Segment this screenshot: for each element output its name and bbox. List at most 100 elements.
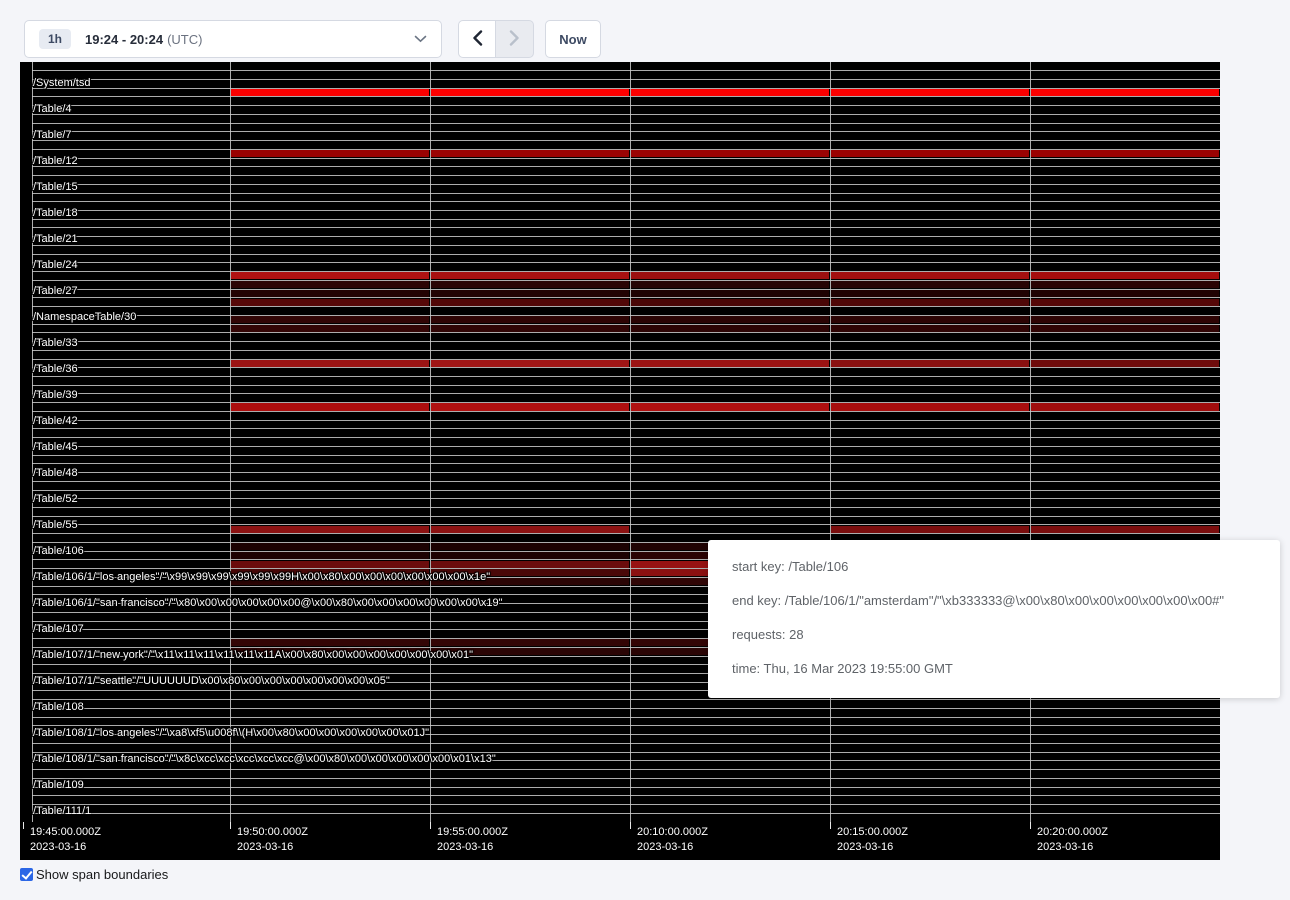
heat-band-cell[interactable]: [1031, 281, 1219, 288]
span-key-label: /Table/107: [33, 623, 84, 636]
heat-band-cell[interactable]: [231, 552, 429, 559]
span-key-label: /Table/107/1/"new york"/"\x11\x11\x11\x1…: [33, 649, 473, 662]
heat-band-cell[interactable]: [431, 316, 629, 323]
show-span-boundaries-checkbox[interactable]: [20, 868, 33, 881]
heat-band-cell[interactable]: [431, 281, 629, 288]
heat-band-cell[interactable]: [1031, 150, 1219, 157]
row-boundary-line: [32, 367, 1220, 368]
heat-band-cell[interactable]: [1031, 299, 1219, 306]
row-boundary-line: [32, 699, 1220, 700]
span-key-label: /Table/108: [33, 701, 84, 714]
heat-band-cell[interactable]: [231, 360, 429, 367]
heat-band-cell[interactable]: [631, 360, 829, 367]
row-boundary-line: [32, 787, 1220, 788]
heat-band-cell[interactable]: [1031, 316, 1219, 323]
heat-band-cell[interactable]: [631, 272, 829, 279]
heat-band-cell[interactable]: [231, 403, 429, 410]
row-boundary-line: [32, 201, 1220, 202]
heat-band-cell[interactable]: [431, 403, 629, 410]
span-key-label: /Table/108/1/"san francisco"/"\x8c\xcc\x…: [33, 753, 496, 766]
heat-band-cell[interactable]: [431, 89, 629, 96]
heat-band-cell[interactable]: [431, 526, 629, 533]
axis-tick-label: 20:10:00.000Z2023-03-16: [637, 825, 708, 855]
show-span-boundaries-label: Show span boundaries: [36, 867, 168, 882]
row-boundary-line: [32, 254, 1220, 255]
heat-band-cell[interactable]: [1031, 360, 1219, 367]
heat-band-cell[interactable]: [631, 290, 829, 297]
row-boundary-line: [32, 437, 1220, 438]
row-boundary-line: [32, 376, 1220, 377]
heat-band-cell[interactable]: [631, 89, 829, 96]
heat-band-cell[interactable]: [231, 89, 429, 96]
heat-band-cell[interactable]: [1031, 89, 1219, 96]
heat-band-cell[interactable]: [1031, 526, 1219, 533]
heat-band-cell[interactable]: [831, 150, 1029, 157]
heat-band-cell[interactable]: [231, 325, 429, 332]
row-boundary-line: [32, 332, 1220, 333]
axis-tick-label: 19:55:00.000Z2023-03-16: [437, 825, 508, 855]
heat-band-cell[interactable]: [431, 290, 629, 297]
now-button[interactable]: Now: [545, 20, 601, 58]
heat-band-cell[interactable]: [431, 543, 629, 550]
chevron-right-icon: [509, 30, 520, 49]
heat-band-cell[interactable]: [831, 272, 1029, 279]
key-visualizer-heatmap[interactable]: /System/tsd/Table/4/Table/7/Table/12/Tab…: [20, 62, 1220, 823]
range-duration-badge: 1h: [39, 29, 71, 49]
heat-band-cell[interactable]: [831, 290, 1029, 297]
heat-band-cell[interactable]: [431, 150, 629, 157]
span-key-label: /Table/42: [33, 415, 78, 428]
axis-tick-label: 19:45:00.000Z2023-03-16: [30, 825, 101, 855]
heat-band-cell[interactable]: [1031, 290, 1219, 297]
heat-band-cell[interactable]: [231, 316, 429, 323]
heat-band-cell[interactable]: [631, 403, 829, 410]
span-key-label: /Table/39: [33, 389, 78, 402]
heat-band-cell[interactable]: [231, 543, 429, 550]
time-gridline: [830, 62, 831, 822]
row-boundary-line: [32, 131, 1220, 132]
heat-band-cell[interactable]: [831, 325, 1029, 332]
heat-band-cell[interactable]: [231, 150, 429, 157]
heat-band-cell[interactable]: [231, 561, 429, 568]
heat-band-cell[interactable]: [1031, 325, 1219, 332]
prev-time-button[interactable]: [458, 20, 496, 58]
heat-band-cell[interactable]: [431, 272, 629, 279]
heat-band-cell[interactable]: [831, 89, 1029, 96]
heat-band-cell[interactable]: [831, 360, 1029, 367]
time-range-dropdown[interactable]: 1h 19:24 - 20:24 (UTC): [24, 20, 442, 58]
heat-band-cell[interactable]: [831, 403, 1029, 410]
axis-tick: [830, 822, 831, 829]
heat-band-cell[interactable]: [231, 272, 429, 279]
heat-band-cell[interactable]: [431, 639, 629, 646]
heat-band-cell[interactable]: [431, 299, 629, 306]
heat-band-cell[interactable]: [231, 299, 429, 306]
row-boundary-line: [32, 96, 1220, 97]
heat-band-cell[interactable]: [431, 552, 629, 559]
heat-band-cell[interactable]: [1031, 272, 1219, 279]
next-time-button[interactable]: [496, 20, 534, 58]
heat-band-cell[interactable]: [831, 299, 1029, 306]
heat-band-cell[interactable]: [231, 639, 429, 646]
heat-band-cell[interactable]: [231, 281, 429, 288]
heat-band-cell[interactable]: [631, 150, 829, 157]
heat-band-cell[interactable]: [631, 281, 829, 288]
heat-band-cell[interactable]: [231, 526, 429, 533]
heat-band-cell[interactable]: [431, 561, 629, 568]
heat-band-cell[interactable]: [1031, 403, 1219, 410]
heat-band-cell[interactable]: [631, 325, 829, 332]
row-boundary-line: [32, 813, 1220, 814]
heat-band-cell[interactable]: [431, 360, 629, 367]
heat-band-cell[interactable]: [831, 526, 1029, 533]
heat-band-cell[interactable]: [631, 316, 829, 323]
heat-band-cell[interactable]: [631, 299, 829, 306]
heat-band-cell[interactable]: [231, 290, 429, 297]
row-boundary-line: [32, 795, 1220, 796]
cell-tooltip: start key: /Table/106 end key: /Table/10…: [708, 540, 1280, 698]
heat-band-cell[interactable]: [831, 316, 1029, 323]
span-key-label: /Table/7: [33, 129, 72, 142]
heat-band-cell[interactable]: [831, 281, 1029, 288]
span-key-label: /Table/106: [33, 545, 84, 558]
row-boundary-line: [32, 804, 1220, 805]
span-key-label: /Table/45: [33, 441, 78, 454]
heat-band-cell[interactable]: [431, 325, 629, 332]
axis-tick: [430, 822, 431, 829]
